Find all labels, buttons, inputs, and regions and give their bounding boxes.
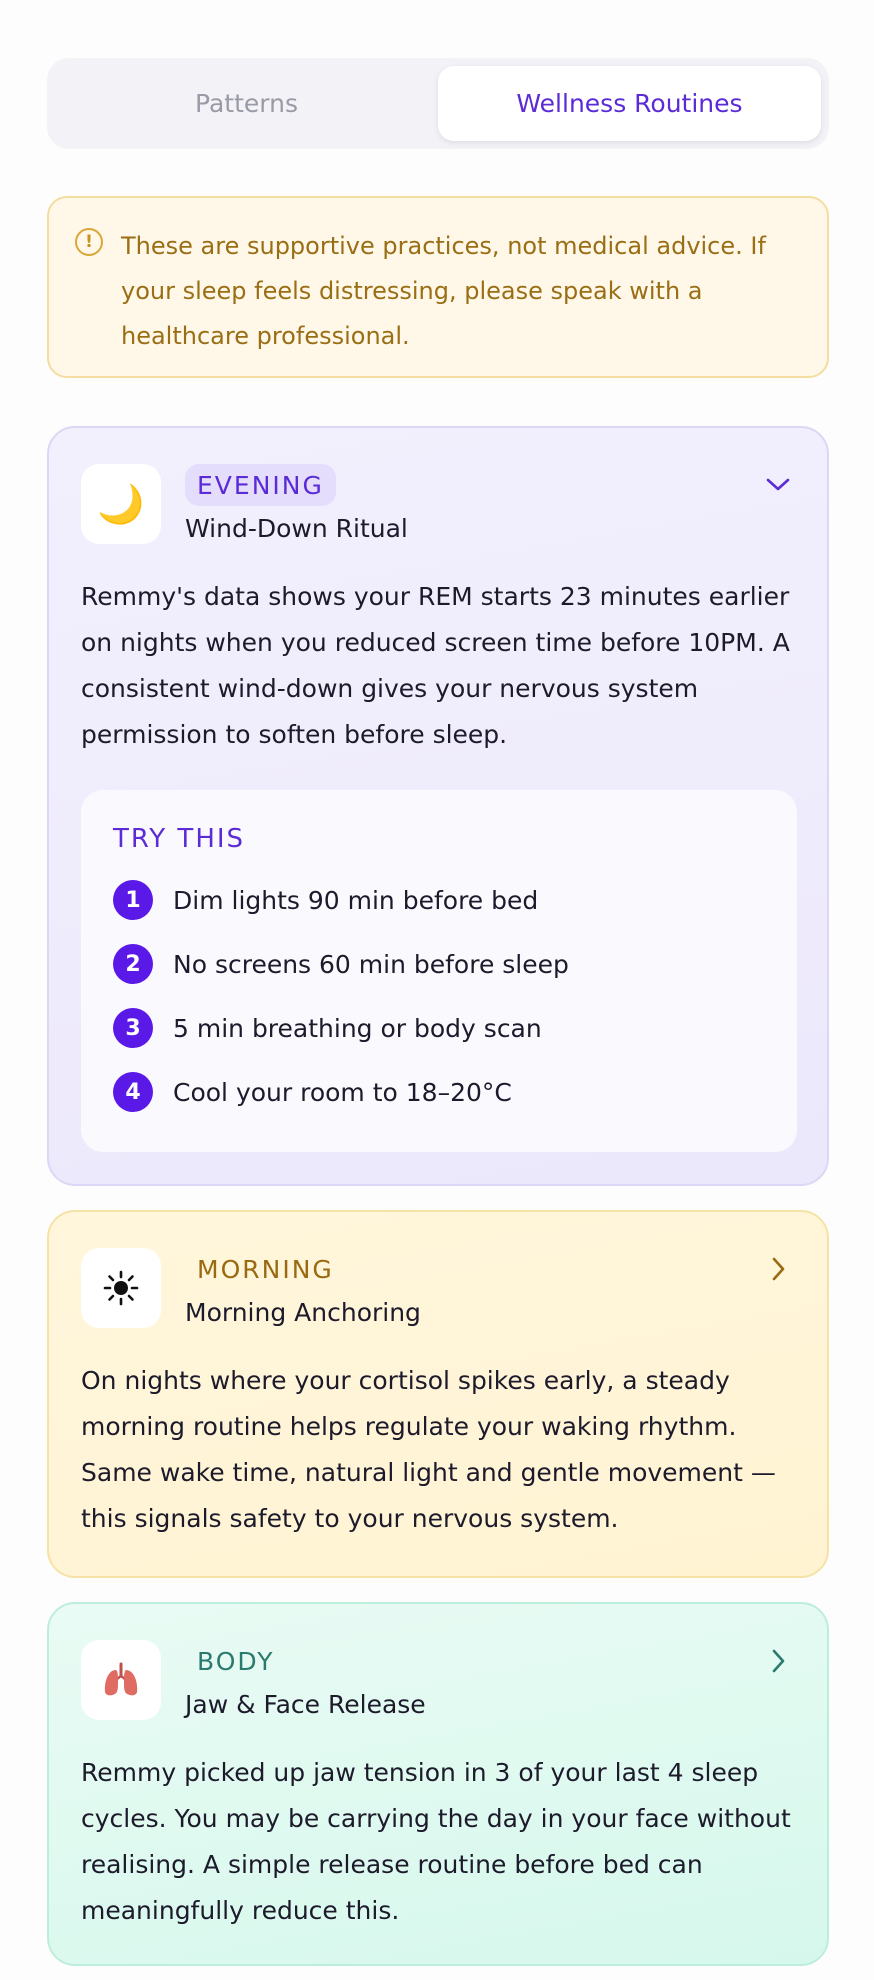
tab-wellness-routines[interactable]: Wellness Routines: [438, 66, 821, 141]
try-this-panel: TRY THIS 1 Dim lights 90 min before bed …: [81, 790, 797, 1152]
try-this-heading: TRY THIS: [113, 824, 246, 854]
step-label: No screens 60 min before sleep: [173, 949, 569, 979]
routine-description: Remmy's data shows your REM starts 23 mi…: [81, 582, 790, 749]
step-item: 3 5 min breathing or body scan: [113, 996, 765, 1060]
step-number: 4: [113, 1072, 153, 1112]
step-label: 5 min breathing or body scan: [173, 1013, 542, 1043]
sun-icon: [81, 1248, 161, 1328]
chevron-right-icon[interactable]: [761, 1252, 795, 1286]
routine-description: On nights where your cortisol spikes ear…: [81, 1366, 776, 1533]
routine-title: Wind-Down Ritual: [185, 514, 408, 543]
step-number: 1: [113, 880, 153, 920]
card-header: BODY Jaw & Face Release: [81, 1640, 795, 1736]
step-label: Dim lights 90 min before bed: [173, 885, 539, 915]
step-number: 2: [113, 944, 153, 984]
step-item: 2 No screens 60 min before sleep: [113, 932, 765, 996]
category-tag: BODY: [197, 1646, 275, 1676]
routine-description: Remmy picked up jaw tension in 3 of your…: [81, 1758, 791, 1925]
category-tag: EVENING: [185, 464, 336, 506]
routine-card-evening[interactable]: 🌙 EVENING Wind-Down Ritual Remmy's data …: [47, 426, 829, 1186]
step-item: 4 Cool your room to 18–20°C: [113, 1060, 765, 1124]
lungs-icon: [81, 1640, 161, 1720]
routine-card-body[interactable]: BODY Jaw & Face Release Remmy picked up …: [47, 1602, 829, 1966]
routine-title: Jaw & Face Release: [185, 1690, 426, 1719]
disclaimer-text: These are supportive practices, not medi…: [121, 232, 766, 350]
routine-card-morning[interactable]: MORNING Morning Anchoring On nights wher…: [47, 1210, 829, 1578]
card-header: 🌙 EVENING Wind-Down Ritual: [81, 464, 795, 560]
crescent-moon-icon: 🌙: [81, 464, 161, 544]
step-label: Cool your room to 18–20°C: [173, 1077, 512, 1107]
medical-disclaimer: ! These are supportive practices, not me…: [47, 196, 829, 378]
card-header: MORNING Morning Anchoring: [81, 1248, 795, 1344]
wellness-routines-screen: Patterns Wellness Routines ! These are s…: [0, 0, 874, 1980]
warning-circle-icon: !: [75, 228, 103, 256]
chevron-right-icon[interactable]: [761, 1644, 795, 1678]
tab-patterns[interactable]: Patterns: [55, 66, 438, 141]
routine-title: Morning Anchoring: [185, 1298, 421, 1327]
segmented-tabs: Patterns Wellness Routines: [47, 58, 829, 149]
category-tag: MORNING: [197, 1254, 334, 1284]
step-number: 3: [113, 1008, 153, 1048]
step-item: 1 Dim lights 90 min before bed: [113, 868, 765, 932]
chevron-down-icon[interactable]: [761, 468, 795, 502]
